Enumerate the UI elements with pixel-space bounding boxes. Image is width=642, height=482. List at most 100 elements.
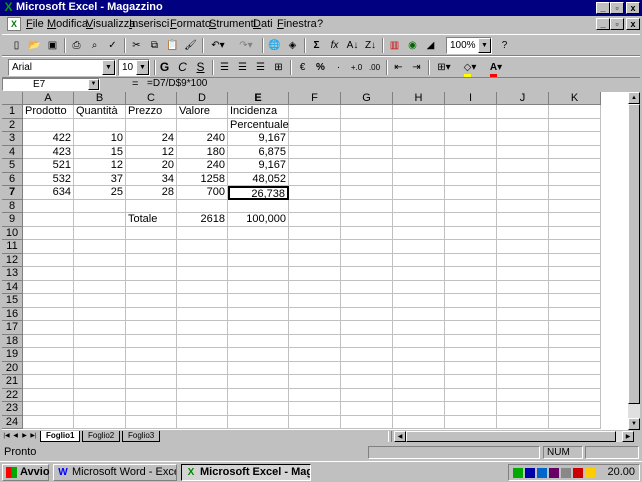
cell-b24[interactable] [74, 415, 126, 429]
align-center-icon[interactable]: ☰ [234, 59, 251, 76]
cell-e17[interactable] [228, 321, 289, 335]
cell-a7[interactable]: 634 [23, 186, 74, 200]
cell-d19[interactable] [177, 348, 228, 362]
cell-b14[interactable] [74, 280, 126, 294]
edit-formula-button[interactable]: = [132, 78, 138, 90]
cell-c22[interactable] [126, 388, 177, 402]
cell-i3[interactable] [445, 132, 497, 146]
scroll-down-icon[interactable]: ▼ [628, 418, 640, 430]
cell-d23[interactable] [177, 402, 228, 416]
cell-d24[interactable] [177, 415, 228, 429]
cell-j17[interactable] [497, 321, 549, 335]
cell-c7[interactable]: 28 [126, 186, 177, 200]
cell-g17[interactable] [341, 321, 393, 335]
cell-i1[interactable] [445, 105, 497, 119]
cell-j1[interactable] [497, 105, 549, 119]
cell-c5[interactable]: 20 [126, 159, 177, 173]
column-header-e[interactable]: E [228, 92, 289, 105]
cell-e1[interactable]: Incidenza [228, 105, 289, 119]
cell-f3[interactable] [289, 132, 341, 146]
office-assistant-icon[interactable]: ? [496, 37, 513, 54]
column-header-a[interactable]: A [23, 92, 74, 105]
cell-g14[interactable] [341, 280, 393, 294]
cell-g5[interactable] [341, 159, 393, 173]
copy-icon[interactable]: ⧉ [146, 37, 163, 54]
cell-a15[interactable] [23, 294, 74, 308]
cell-g19[interactable] [341, 348, 393, 362]
tray-icon-2[interactable] [525, 468, 535, 478]
new-icon[interactable]: ▯ [8, 37, 25, 54]
row-header-6[interactable]: 6 [2, 172, 23, 186]
cell-d10[interactable] [177, 226, 228, 240]
merge-center-icon[interactable]: ⊞ [270, 59, 287, 76]
cell-k5[interactable] [549, 159, 601, 173]
cell-a17[interactable] [23, 321, 74, 335]
cell-j18[interactable] [497, 334, 549, 348]
column-header-f[interactable]: F [289, 92, 341, 105]
cell-c20[interactable] [126, 361, 177, 375]
cell-j12[interactable] [497, 253, 549, 267]
cell-b2[interactable] [74, 118, 126, 132]
menu-inserisci[interactable]: Inserisci [129, 18, 169, 30]
row-header-1[interactable]: 1 [2, 105, 23, 119]
sheet-tab-foglio3[interactable]: Foglio3 [122, 431, 161, 442]
cell-e13[interactable] [228, 267, 289, 281]
row-header-3[interactable]: 3 [2, 132, 23, 146]
cell-d20[interactable] [177, 361, 228, 375]
cell-c18[interactable] [126, 334, 177, 348]
cell-i20[interactable] [445, 361, 497, 375]
cell-a21[interactable] [23, 375, 74, 389]
cell-j20[interactable] [497, 361, 549, 375]
row-header-7[interactable]: 7 [2, 186, 23, 200]
chevron-down-icon[interactable]: ▼ [102, 60, 115, 75]
tray-icon-3[interactable] [537, 468, 547, 478]
cell-b7[interactable]: 25 [74, 186, 126, 200]
tray-icon-4[interactable] [549, 468, 559, 478]
row-header-24[interactable]: 24 [2, 415, 23, 429]
column-header-d[interactable]: D [177, 92, 228, 105]
cell-f24[interactable] [289, 415, 341, 429]
cell-c15[interactable] [126, 294, 177, 308]
cell-g6[interactable] [341, 172, 393, 186]
row-header-23[interactable]: 23 [2, 402, 23, 416]
cell-g10[interactable] [341, 226, 393, 240]
cell-i19[interactable] [445, 348, 497, 362]
cell-h24[interactable] [393, 415, 445, 429]
cell-d9[interactable]: 2618 [177, 213, 228, 227]
cell-f22[interactable] [289, 388, 341, 402]
spreadsheet-grid[interactable]: A B C D E F G H I J K 1 Prodotto Quantità Prezzo Valore… [2, 92, 628, 430]
cell-h20[interactable] [393, 361, 445, 375]
cell-g3[interactable] [341, 132, 393, 146]
cell-e11[interactable] [228, 240, 289, 254]
align-right-icon[interactable]: ☰ [252, 59, 269, 76]
cell-b12[interactable] [74, 253, 126, 267]
cell-b9[interactable] [74, 213, 126, 227]
cell-a14[interactable] [23, 280, 74, 294]
cell-a4[interactable]: 423 [23, 145, 74, 159]
cell-d6[interactable]: 1258 [177, 172, 228, 186]
cell-g15[interactable] [341, 294, 393, 308]
font-size-select[interactable]: 10 ▼ [118, 59, 150, 76]
cell-e18[interactable] [228, 334, 289, 348]
vertical-scrollbar[interactable]: ▲ ▼ [628, 92, 640, 430]
cell-k7[interactable] [549, 186, 601, 200]
cell-a22[interactable] [23, 388, 74, 402]
map-icon[interactable]: ◉ [404, 37, 421, 54]
menu-finestra[interactable]: Finestra [277, 18, 317, 30]
cell-a24[interactable] [23, 415, 74, 429]
title-bar[interactable]: X Microsoft Excel - Magazzino _ ▫ x [0, 0, 642, 16]
row-header-19[interactable]: 19 [2, 348, 23, 362]
cell-f13[interactable] [289, 267, 341, 281]
cell-a12[interactable] [23, 253, 74, 267]
cell-i15[interactable] [445, 294, 497, 308]
cell-f18[interactable] [289, 334, 341, 348]
first-sheet-icon[interactable]: |◀ [2, 431, 11, 442]
cell-a8[interactable] [23, 199, 74, 213]
cell-h14[interactable] [393, 280, 445, 294]
cell-k13[interactable] [549, 267, 601, 281]
cell-h5[interactable] [393, 159, 445, 173]
active-cell[interactable]: 26,738 [228, 186, 289, 200]
prev-sheet-icon[interactable]: ◀ [11, 431, 20, 442]
row-header-9[interactable]: 9 [2, 213, 23, 227]
cell-b6[interactable]: 37 [74, 172, 126, 186]
